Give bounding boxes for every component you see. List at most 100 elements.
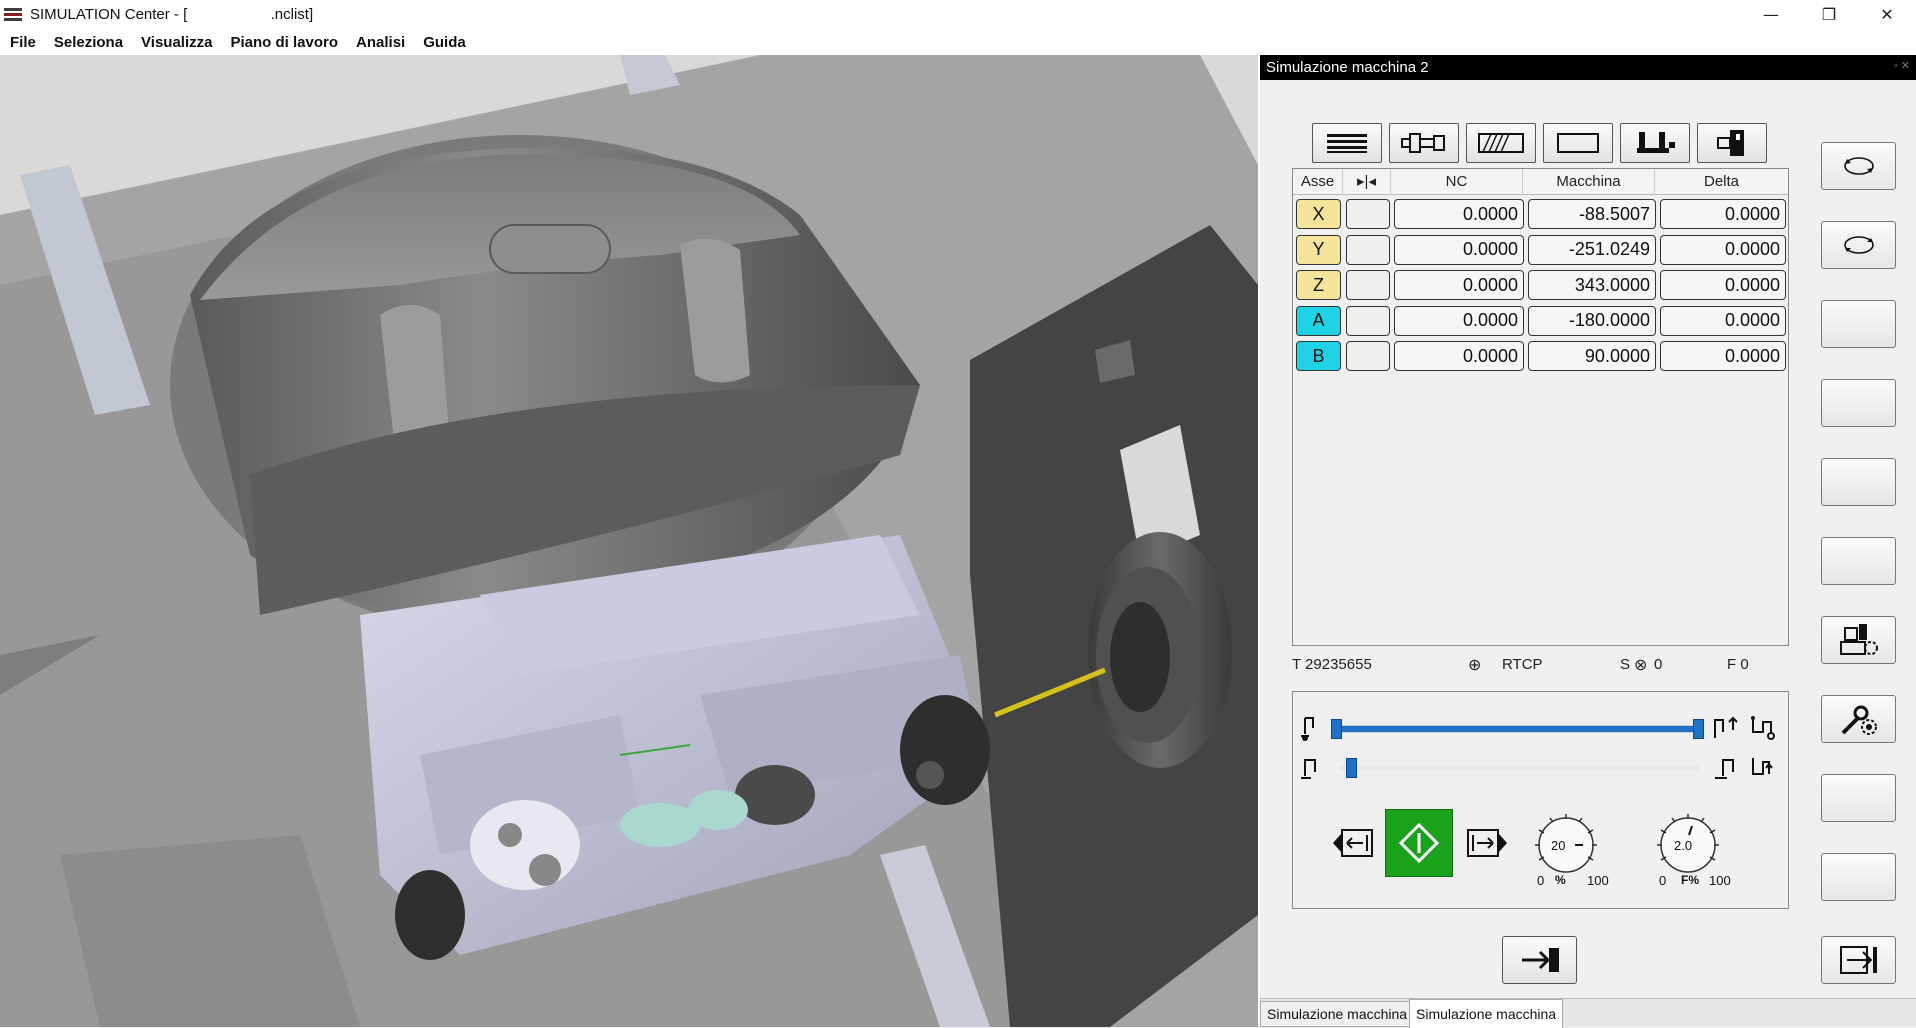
app-window: SIMULATION Center - [ .nclist] — ❐ ✕ Fil… [0,0,1916,1028]
table-row: B 0.0000 90.0000 0.0000 [1293,339,1788,373]
clamp-knob [395,870,465,960]
side-button-3[interactable] [1821,300,1896,348]
menu-file[interactable]: File [10,34,36,51]
axis-machine-value: 90.0000 [1528,341,1656,371]
speed-dial-min: 0 [1537,873,1545,888]
forward-end-icon[interactable] [1711,714,1739,742]
3d-viewport[interactable] [0,55,1258,1027]
app-logo-icon [4,7,24,23]
menu-guida[interactable]: Guida [423,34,466,51]
start-icon [1399,823,1439,863]
panel-tabs: Simulazione macchina 2 Simulazione macch… [1260,998,1916,1028]
axis-delta-value: 0.0000 [1660,305,1786,336]
tool-holder-button[interactable] [1389,123,1459,163]
slot [489,224,611,274]
blank-rectangle-icon [1557,133,1599,153]
simulation-panel: Simulazione macchina 2 ▫ ✕ Asse ▸|◂ NC M… [1260,55,1916,1028]
rotate-view-button-2[interactable] [1821,221,1896,269]
view-toolbar [1312,123,1774,163]
axis-letter[interactable]: Z [1296,270,1341,300]
position-slider-end-thumb[interactable] [1693,719,1704,739]
minimize-button[interactable]: — [1742,0,1800,29]
execute-button[interactable] [1502,936,1577,984]
fixture-button[interactable] [1620,123,1690,163]
axis-nc-value: 0.0000 [1394,234,1524,265]
axis-offset-cell[interactable] [1346,305,1390,336]
header-delta: Delta [1703,173,1740,190]
speed-dial-unit: % [1555,873,1566,887]
step-slider-thumb[interactable] [1346,758,1358,778]
axis-table: Asse ▸|◂ NC Macchina Delta X 0.0000 -88.50… [1292,168,1789,646]
axis-machine-value: -88.5007 [1528,199,1656,229]
axis-letter[interactable]: B [1296,341,1341,371]
axis-nc-value: 0.0000 [1394,341,1524,371]
axis-letter[interactable]: A [1296,305,1341,336]
axis-offset-cell[interactable] [1346,199,1390,229]
step-back-icon[interactable] [1299,754,1327,782]
feed-dial-value: 2.0 [1674,838,1693,853]
header-offset-icon[interactable]: ▸|◂ [1343,169,1391,195]
axis-machine-value: -180.0000 [1528,305,1656,336]
axis-table-header: Asse ▸|◂ NC Macchina Delta [1293,169,1788,195]
axis-offset-cell[interactable] [1346,270,1390,300]
window-title: SIMULATION Center - [ .nclist] [30,6,314,23]
rotate-view-icon [1843,236,1874,254]
jump-path-icon[interactable] [1749,714,1777,742]
table-row: Y 0.0000 -251.0249 0.0000 [1293,233,1788,267]
step-forward-icon[interactable] [1711,754,1739,782]
fixture-icon [1637,132,1675,153]
tab-simulazione-macchina[interactable]: Simulazione macchina [1409,999,1564,1028]
axis-delta-value: 0.0000 [1660,199,1786,229]
axis-offset-cell[interactable] [1346,341,1390,371]
axis-delta-value: 0.0000 [1660,341,1786,371]
rtcp-label: RTCP [1502,656,1543,673]
position-slider-track[interactable] [1333,725,1703,733]
window-controls: — ❐ ✕ [1742,0,1916,29]
panel-title: Simulazione macchina 2 [1266,59,1429,76]
title-bar: SIMULATION Center - [ .nclist] — ❐ ✕ [0,0,1916,29]
axis-letter[interactable]: X [1296,199,1341,229]
arrow-right-icon [1521,948,1559,972]
machine-settings-button[interactable] [1821,616,1896,664]
stock-button[interactable] [1466,123,1536,163]
start-simulation-button[interactable] [1385,809,1453,877]
tool-holder-icon [1401,133,1445,153]
side-button-6[interactable] [1821,537,1896,585]
machine-settings-icon [1839,624,1878,655]
export-button[interactable] [1821,936,1896,984]
step-forward-button[interactable] [1465,826,1509,860]
machine-view-button[interactable] [1697,123,1767,163]
simulation-controls: 20 0 % 100 2.0 0 F% 100 [1292,691,1789,909]
restore-button[interactable]: ❐ [1800,0,1858,29]
menu-seleziona[interactable]: Seleziona [54,34,123,51]
spindle-icon: ⊗ [1634,657,1648,674]
axis-offset-cell[interactable] [1346,234,1390,265]
rtcp-icon: ⊕ [1468,657,1482,674]
header-nc: NC [1391,169,1523,195]
tab-simulazione-macchina-2[interactable]: Simulazione macchina 2 [1260,1001,1426,1027]
speed-dial[interactable] [1533,812,1599,878]
position-slider-start-thumb[interactable] [1331,719,1342,739]
blank-view-button[interactable] [1543,123,1613,163]
menu-analisi[interactable]: Analisi [356,34,405,51]
axis-delta-value: 0.0000 [1660,270,1786,300]
side-button-5[interactable] [1821,458,1896,506]
rewind-start-icon[interactable] [1299,714,1327,742]
step-next-icon[interactable] [1749,754,1777,782]
step-slider-track[interactable] [1339,766,1699,770]
list-view-button[interactable] [1312,123,1382,163]
menu-piano-di-lavoro[interactable]: Piano di lavoro [230,34,338,51]
panel-header: Simulazione macchina 2 ▫ ✕ [1260,55,1916,80]
axis-letter[interactable]: Y [1296,234,1341,265]
tool-settings-button[interactable] [1821,695,1896,743]
step-backward-button[interactable] [1331,826,1375,860]
menu-visualizza[interactable]: Visualizza [141,34,212,51]
rotate-view-button-1[interactable] [1821,142,1896,190]
side-button-10[interactable] [1821,853,1896,901]
feed-dial-unit: F% [1681,873,1699,887]
side-button-9[interactable] [1821,774,1896,822]
close-button[interactable]: ✕ [1858,0,1916,29]
side-button-4[interactable] [1821,379,1896,427]
panel-header-icons[interactable]: ▫ ✕ [1894,59,1910,72]
spindle-label: S [1620,656,1631,673]
